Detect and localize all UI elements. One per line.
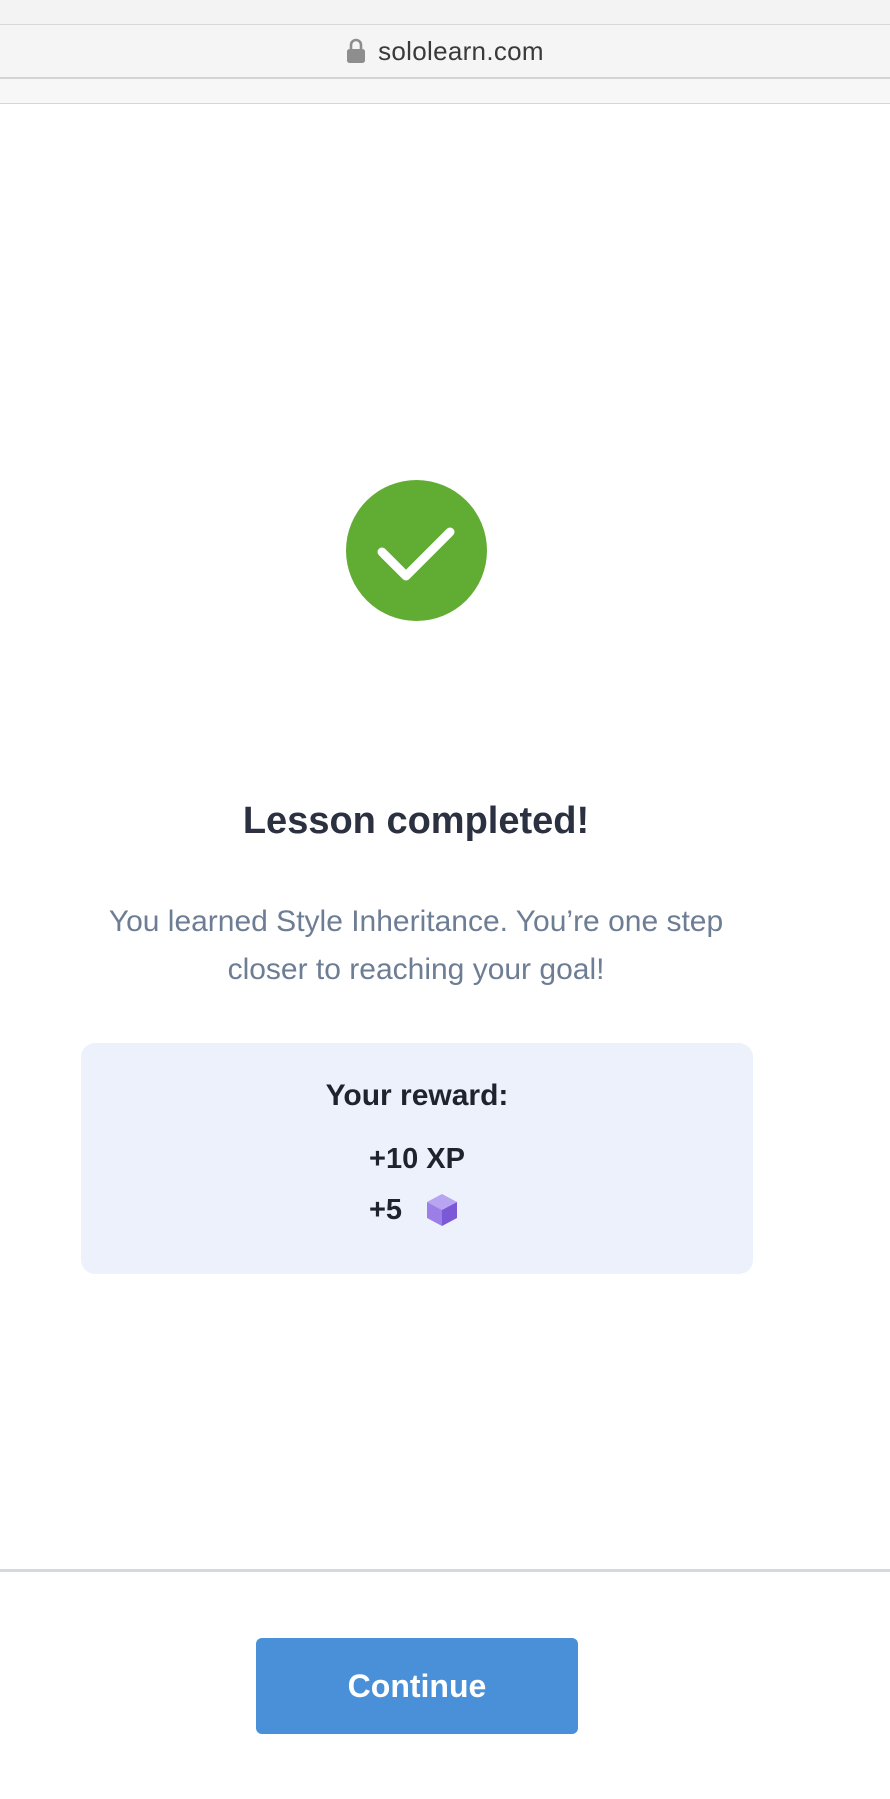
browser-toolbar-strip <box>0 79 890 104</box>
reward-gems: +5 <box>369 1193 458 1227</box>
reward-xp: +10 XP <box>369 1143 465 1175</box>
page: sololearn.com Lesson completed! You lear… <box>0 0 890 1799</box>
continue-button[interactable]: Continue <box>256 1638 578 1734</box>
address-content: sololearn.com <box>346 36 544 67</box>
browser-top-strip <box>0 0 890 25</box>
address-bar[interactable]: sololearn.com <box>0 25 890 79</box>
reward-card: Your reward: +10 XP +5 <box>81 1043 753 1274</box>
gem-icon <box>427 1194 458 1226</box>
reward-gems-amount: +5 <box>369 1193 403 1226</box>
footer-divider <box>0 1569 890 1572</box>
url-text[interactable]: sololearn.com <box>378 36 544 67</box>
reward-heading: Your reward: <box>325 1079 509 1112</box>
lesson-completed-title: Lesson completed! <box>242 800 590 842</box>
lock-icon <box>346 38 366 64</box>
check-icon <box>346 480 487 621</box>
lesson-completed-message: You learned Style Inheritance. You’re on… <box>108 905 724 986</box>
